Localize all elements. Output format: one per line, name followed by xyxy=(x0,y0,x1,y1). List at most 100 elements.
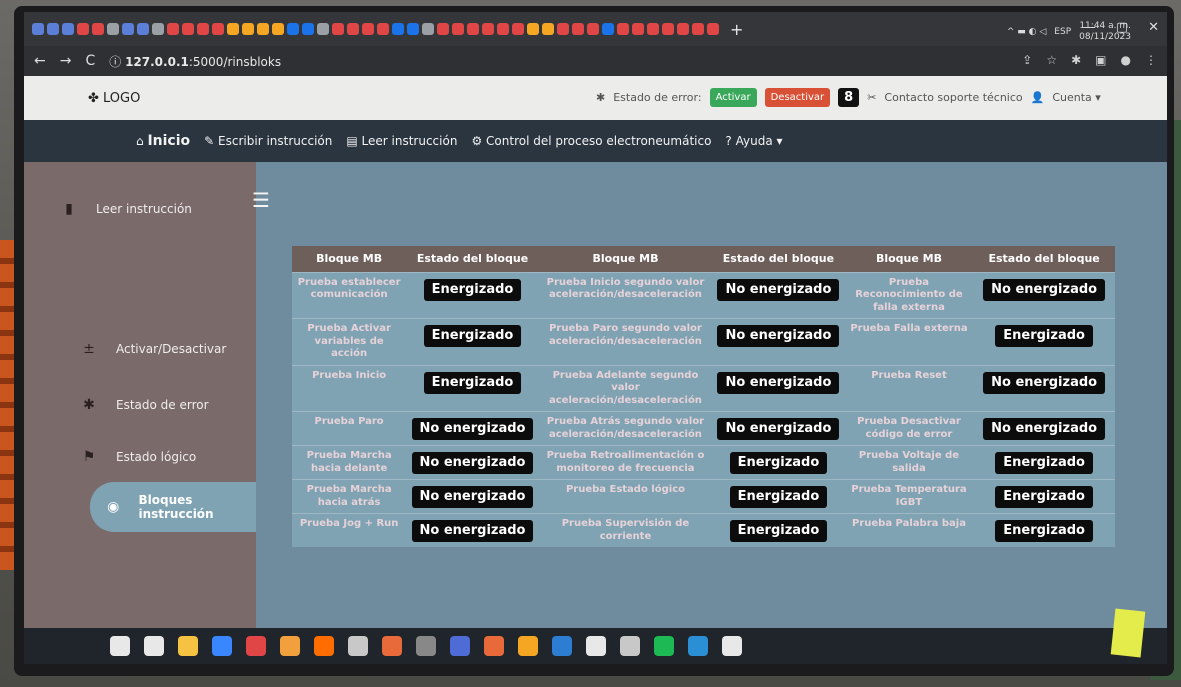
browser-tab-favicon[interactable] xyxy=(602,23,614,35)
browser-tab-favicon[interactable] xyxy=(647,23,659,35)
browser-tab-favicon[interactable] xyxy=(452,23,464,35)
sidepanel-icon[interactable]: ▣ xyxy=(1095,53,1106,67)
sidebar-item-bloques-instruccion[interactable]: ◉ Bloques instrucción xyxy=(90,482,256,532)
activate-button[interactable]: Activar xyxy=(709,88,757,107)
browser-tab-favicon[interactable] xyxy=(392,23,404,35)
support-link[interactable]: Contacto soporte técnico xyxy=(884,91,1022,104)
sidebar-item-estado-logico[interactable]: ⚑ Estado lógico xyxy=(24,432,256,482)
taskbar-app-icon[interactable] xyxy=(688,636,708,656)
new-tab-button[interactable]: + xyxy=(730,20,743,39)
reload-icon[interactable]: C xyxy=(85,53,95,69)
browser-tab-favicon[interactable] xyxy=(617,23,629,35)
taskbar-app-icon[interactable] xyxy=(654,636,674,656)
taskbar-app-icon[interactable] xyxy=(552,636,572,656)
hamburger-icon[interactable]: ☰ xyxy=(252,188,270,212)
browser-tab-favicon[interactable] xyxy=(467,23,479,35)
browser-tab-favicon[interactable] xyxy=(242,23,254,35)
taskbar-app-icon[interactable] xyxy=(110,636,130,656)
browser-tab-favicon[interactable] xyxy=(92,23,104,35)
block-name-cell: Prueba Marcha hacia delante xyxy=(292,445,407,480)
nav-home[interactable]: ⌂ Inicio xyxy=(136,133,190,149)
browser-tab-favicon[interactable] xyxy=(212,23,224,35)
browser-tab-favicon[interactable] xyxy=(362,23,374,35)
taskbar-app-icon[interactable] xyxy=(144,636,164,656)
browser-tab-favicon[interactable] xyxy=(107,23,119,35)
taskbar-app-icon[interactable] xyxy=(348,636,368,656)
browser-tab-favicon[interactable] xyxy=(632,23,644,35)
logo[interactable]: ✤ LOGO xyxy=(88,91,140,106)
taskbar-app-icon[interactable] xyxy=(212,636,232,656)
browser-tab-favicon[interactable] xyxy=(482,23,494,35)
nav-read[interactable]: ▤ Leer instrucción xyxy=(346,134,457,148)
sidebar-item-leer-instruccion[interactable]: ▮ Leer instrucción xyxy=(24,184,256,234)
back-icon[interactable]: ← xyxy=(34,53,46,69)
taskbar-app-icon[interactable] xyxy=(178,636,198,656)
browser-tab-favicon[interactable] xyxy=(572,23,584,35)
menu-icon[interactable]: ⋮ xyxy=(1145,53,1157,67)
browser-tab-favicon[interactable] xyxy=(152,23,164,35)
taskbar-app-icon[interactable] xyxy=(586,636,606,656)
browser-tab-favicon[interactable] xyxy=(527,23,539,35)
deactivate-button[interactable]: Desactivar xyxy=(764,88,831,107)
nav-control[interactable]: ⚙ Control del proceso electroneumático xyxy=(471,134,711,148)
nav-write[interactable]: ✎ Escribir instrucción xyxy=(204,134,332,148)
sidebar-item-label: Bloques instrucción xyxy=(138,493,214,521)
taskbar-app-icon[interactable] xyxy=(722,636,742,656)
tray-icons[interactable]: ^ ▬ ◐ ◁ xyxy=(1007,27,1046,37)
browser-tab-favicon[interactable] xyxy=(257,23,269,35)
browser-tab-favicon[interactable] xyxy=(317,23,329,35)
star-icon[interactable]: ☆ xyxy=(1046,53,1057,67)
browser-tab-favicon[interactable] xyxy=(707,23,719,35)
browser-tab-favicon[interactable] xyxy=(542,23,554,35)
browser-tab-favicon[interactable] xyxy=(32,23,44,35)
browser-tab-favicon[interactable] xyxy=(197,23,209,35)
clock[interactable]: 11:44 a. m. 08/11/2023 xyxy=(1079,21,1131,43)
language-indicator[interactable]: ESP xyxy=(1054,27,1071,37)
forward-icon[interactable]: → xyxy=(60,53,72,69)
browser-tab-favicon[interactable] xyxy=(557,23,569,35)
browser-tab-favicon[interactable] xyxy=(407,23,419,35)
browser-tab-favicon[interactable] xyxy=(422,23,434,35)
browser-tab-favicon[interactable] xyxy=(662,23,674,35)
browser-tab-favicon[interactable] xyxy=(497,23,509,35)
block-state-cell: No energizado xyxy=(712,271,845,319)
browser-tab-favicon[interactable] xyxy=(692,23,704,35)
taskbar-app-icon[interactable] xyxy=(416,636,436,656)
profile-icon[interactable]: ● xyxy=(1121,53,1131,67)
browser-tab-favicon[interactable] xyxy=(77,23,89,35)
browser-tab-favicon[interactable] xyxy=(47,23,59,35)
state-badge: Energizado xyxy=(423,325,522,348)
sidebar-item-activar-desactivar[interactable]: ± Activar/Desactivar xyxy=(24,324,256,374)
browser-tab-favicon[interactable] xyxy=(332,23,344,35)
share-icon[interactable]: ⇪ xyxy=(1022,53,1032,67)
browser-tab-favicon[interactable] xyxy=(347,23,359,35)
taskbar-app-icon[interactable] xyxy=(450,636,470,656)
browser-tab-favicon[interactable] xyxy=(272,23,284,35)
taskbar-app-icon[interactable] xyxy=(314,636,334,656)
taskbar-app-icon[interactable] xyxy=(620,636,640,656)
browser-tab-favicon[interactable] xyxy=(437,23,449,35)
browser-tab-favicon[interactable] xyxy=(677,23,689,35)
browser-tab-favicon[interactable] xyxy=(122,23,134,35)
browser-tab-favicon[interactable] xyxy=(227,23,239,35)
extensions-icon[interactable]: ✱ xyxy=(1071,53,1081,67)
taskbar-app-icon[interactable] xyxy=(382,636,402,656)
browser-tab-favicon[interactable] xyxy=(137,23,149,35)
browser-tab-favicon[interactable] xyxy=(167,23,179,35)
close-icon[interactable]: ✕ xyxy=(1148,20,1159,35)
browser-tab-favicon[interactable] xyxy=(302,23,314,35)
taskbar-app-icon[interactable] xyxy=(280,636,300,656)
taskbar-app-icon[interactable] xyxy=(518,636,538,656)
browser-tab-favicon[interactable] xyxy=(62,23,74,35)
nav-help[interactable]: ? Ayuda ▾ xyxy=(725,134,782,148)
browser-tab-favicon[interactable] xyxy=(287,23,299,35)
sidebar-item-estado-error[interactable]: ✱ Estado de error xyxy=(24,380,256,430)
url-field[interactable]: ⓘ 127.0.0.1:5000/rinsbloks xyxy=(109,53,281,70)
taskbar-app-icon[interactable] xyxy=(484,636,504,656)
browser-tab-favicon[interactable] xyxy=(182,23,194,35)
browser-tab-favicon[interactable] xyxy=(512,23,524,35)
taskbar-app-icon[interactable] xyxy=(246,636,266,656)
browser-tab-favicon[interactable] xyxy=(587,23,599,35)
browser-tab-favicon[interactable] xyxy=(377,23,389,35)
account-menu[interactable]: Cuenta ▾ xyxy=(1052,91,1100,104)
